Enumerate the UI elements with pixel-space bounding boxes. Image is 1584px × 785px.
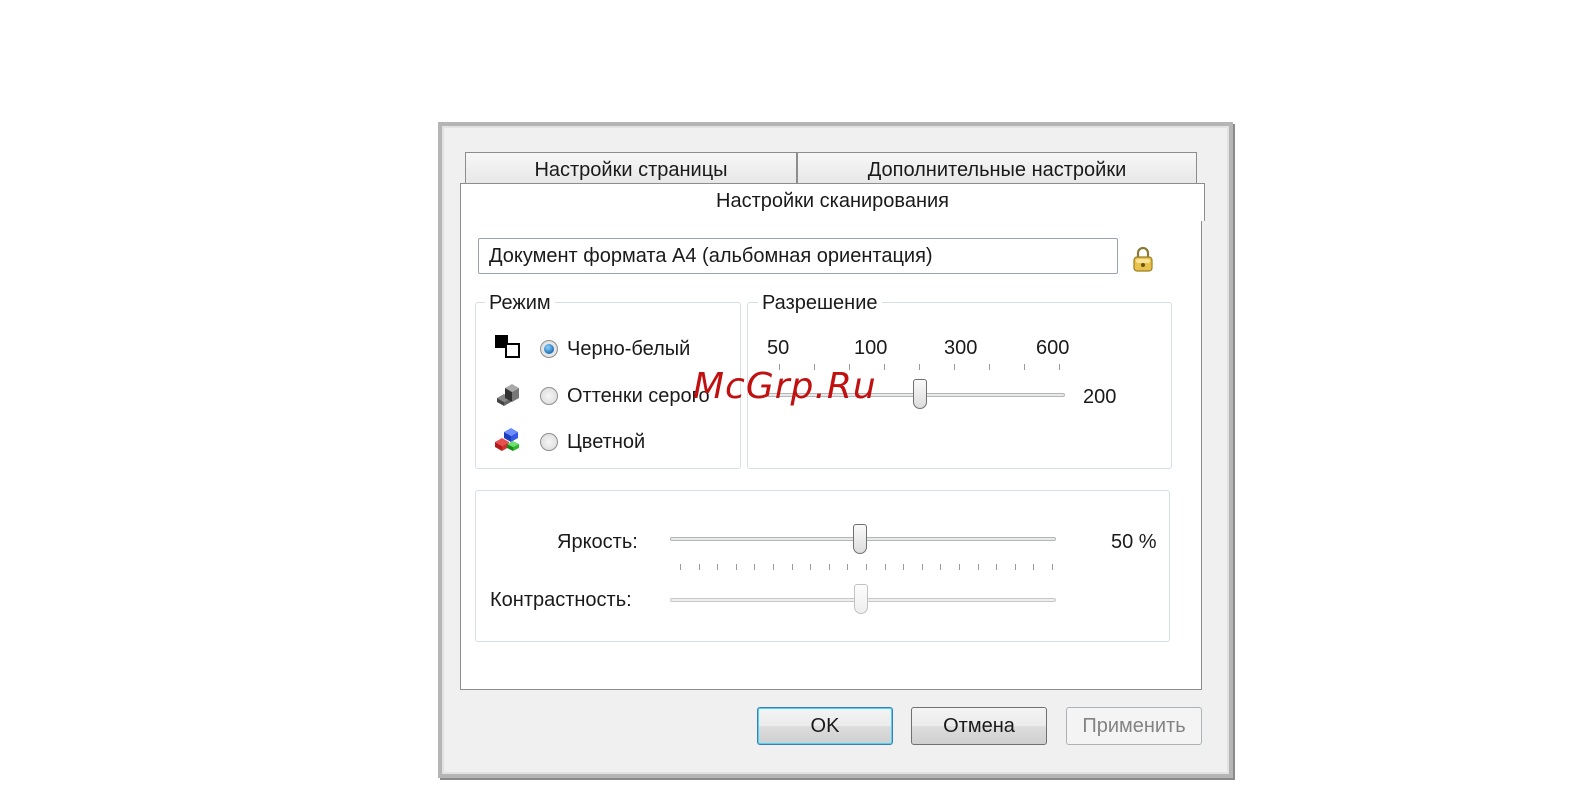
slider-tick [810, 564, 811, 570]
resolution-scale-label-600: 600 [1036, 337, 1070, 359]
slider-tick [940, 564, 941, 570]
brightness-slider-thumb[interactable] [853, 524, 867, 554]
tab-scan-settings[interactable]: Настройки сканирования [460, 183, 1205, 221]
mode-radio-grayscale[interactable] [540, 387, 558, 405]
resolution-tick [919, 364, 920, 370]
slider-tick [996, 564, 997, 570]
lock-icon[interactable] [1131, 245, 1155, 273]
watermark-text: McGrp.Ru [693, 366, 877, 407]
slider-tick [959, 564, 960, 570]
apply-button[interactable]: Применить [1066, 707, 1202, 745]
slider-tick [736, 564, 737, 570]
slider-tick [903, 564, 904, 570]
slider-tick [829, 564, 830, 570]
brightness-label: Яркость: [557, 531, 638, 553]
mode-label-grayscale[interactable]: Оттенки серого [567, 384, 710, 408]
slider-tick [885, 564, 886, 570]
slider-tick [1015, 564, 1016, 570]
brightness-value: 50 % [1111, 531, 1157, 553]
resolution-value: 200 [1083, 386, 1117, 408]
brightness-contrast-ticks [680, 564, 1053, 572]
ok-button[interactable]: OK [757, 707, 893, 745]
slider-tick [792, 564, 793, 570]
tab-advanced-settings-label: Дополнительные настройки [867, 159, 1127, 181]
resolution-tick [954, 364, 955, 370]
slider-tick [699, 564, 700, 570]
contrast-label: Контрастность: [490, 589, 632, 611]
mode-radio-color[interactable] [540, 433, 558, 451]
slider-tick [1052, 564, 1053, 570]
mode-label-black-white[interactable]: Черно-белый [567, 337, 690, 361]
grayscale-icon [493, 380, 523, 406]
preset-name-input[interactable] [478, 238, 1118, 274]
mode-label-color[interactable]: Цветной [567, 430, 645, 454]
tab-scan-settings-label: Настройки сканирования [716, 190, 949, 212]
slider-tick [754, 564, 755, 570]
resolution-scale-label-100: 100 [854, 337, 888, 359]
cancel-button[interactable]: Отмена [911, 707, 1047, 745]
slider-tick [866, 564, 867, 570]
resolution-tick [1024, 364, 1025, 370]
resolution-tick [884, 364, 885, 370]
mode-legend: Режим [485, 292, 555, 314]
slider-tick [978, 564, 979, 570]
black-white-icon [493, 333, 523, 359]
resolution-legend: Разрешение [758, 292, 882, 314]
contrast-slider-thumb[interactable] [854, 584, 868, 614]
slider-tick [1033, 564, 1034, 570]
resolution-tick [989, 364, 990, 370]
slider-tick [922, 564, 923, 570]
resolution-tick [1059, 364, 1060, 370]
resolution-slider-thumb[interactable] [913, 379, 927, 409]
scan-settings-panel: Режим Черно-белый Оттенки серого [460, 220, 1202, 690]
resolution-scale-label-50: 50 [767, 337, 790, 359]
slider-tick [717, 564, 718, 570]
resolution-scale-label-300: 300 [944, 337, 978, 359]
color-icon [493, 426, 523, 452]
slider-tick [680, 564, 681, 570]
mode-radio-black-white[interactable] [540, 340, 558, 358]
slider-tick [773, 564, 774, 570]
slider-tick [847, 564, 848, 570]
tab-page-settings-label: Настройки страницы [534, 159, 728, 181]
